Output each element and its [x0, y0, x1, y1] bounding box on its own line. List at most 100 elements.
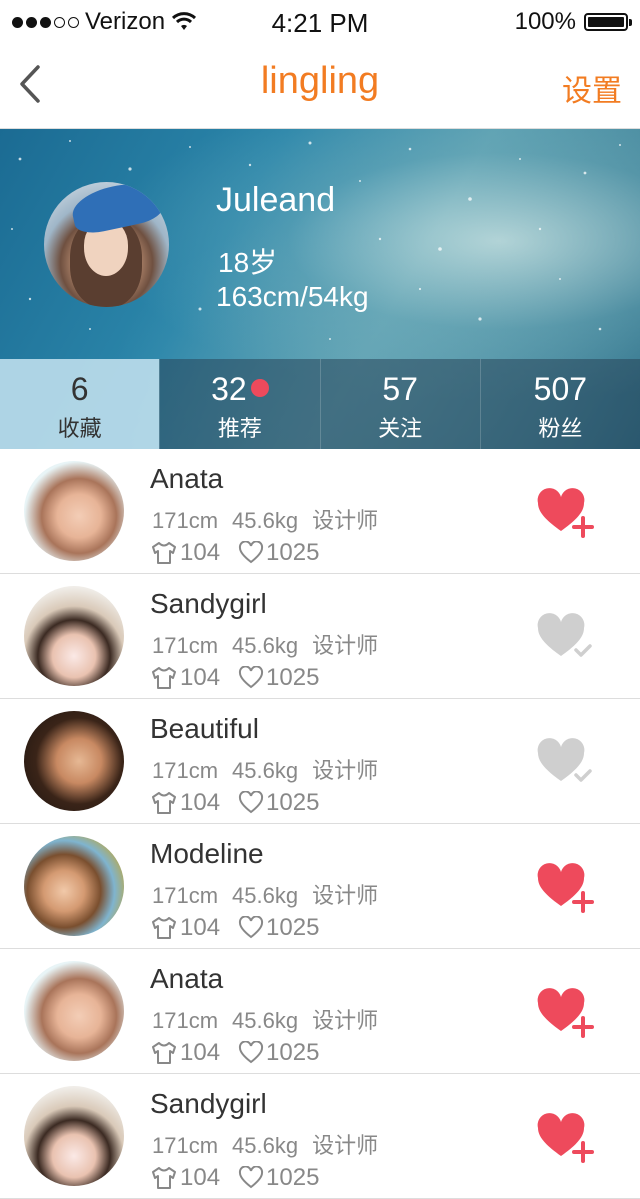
clothes-count: 104 — [180, 664, 221, 691]
shirt-icon — [152, 542, 176, 564]
likes-count: 1025 — [266, 789, 320, 816]
shirt-icon — [152, 792, 176, 814]
user-info: 171cm 45.6kg 设计师 — [152, 878, 392, 910]
user-job: 设计师 — [312, 1133, 379, 1158]
profile-avatar[interactable] — [44, 182, 169, 307]
list-item[interactable]: Sandygirl 171cm 45.6kg 设计师 104 1025 — [0, 574, 640, 699]
clothes-count: 104 — [180, 914, 221, 941]
stat-favorites-tab[interactable]: 6 收藏 — [0, 359, 160, 449]
user-name: Sandygirl — [150, 588, 267, 619]
user-counts: 104 1025 — [150, 539, 319, 567]
user-weight: 45.6kg — [232, 1133, 299, 1158]
stat-num-wrap: 32 — [160, 371, 319, 408]
list-item[interactable]: Anata 171cm 45.6kg 设计师 104 1025 — [0, 949, 640, 1074]
user-info: 171cm 45.6kg 设计师 — [152, 753, 392, 785]
stat-num: 507 — [533, 371, 588, 407]
user-weight: 45.6kg — [232, 508, 299, 533]
heart-check-icon[interactable] — [536, 735, 594, 789]
clothes-count: 104 — [180, 1164, 221, 1191]
settings-button[interactable]: 设置 — [562, 66, 622, 110]
heart-add-icon[interactable] — [536, 1110, 594, 1164]
user-height: 171cm — [152, 1008, 219, 1033]
stat-label: 粉丝 — [538, 416, 583, 441]
profile-header: Juleand 18岁 163cm/54kg 6 收藏 32 推荐 57 关注 … — [0, 129, 640, 449]
page-title: lingling — [260, 60, 380, 102]
user-info: 171cm 45.6kg 设计师 — [152, 503, 392, 535]
likes-count: 1025 — [266, 1039, 320, 1066]
battery-icon — [584, 13, 632, 31]
stat-label: 推荐 — [217, 416, 262, 441]
shirt-icon — [152, 1042, 176, 1064]
stat-following-tab[interactable]: 57 关注 — [319, 359, 480, 449]
user-counts: 104 1025 — [150, 1039, 319, 1067]
user-counts: 104 1025 — [150, 1164, 319, 1192]
stat-fans-tab[interactable]: 507 粉丝 — [479, 359, 640, 449]
user-name: Modeline — [150, 838, 264, 869]
list-item[interactable]: Modeline 171cm 45.6kg 设计师 104 1025 — [0, 824, 640, 949]
list-item[interactable]: Anata 171cm 45.6kg 设计师 104 1025 — [0, 449, 640, 574]
user-weight: 45.6kg — [232, 1008, 299, 1033]
heart-outline-icon — [239, 541, 264, 564]
likes-count: 1025 — [266, 914, 320, 941]
avatar[interactable] — [24, 461, 124, 561]
nav-bar: lingling 设置 — [0, 40, 640, 129]
user-info: 171cm 45.6kg 设计师 — [152, 1003, 392, 1035]
user-name: Anata — [150, 963, 224, 994]
likes-count: 1025 — [266, 664, 320, 691]
status-bar: Verizon 4:21 PM 100% — [0, 0, 640, 40]
heart-check-icon[interactable] — [536, 610, 594, 664]
user-job: 设计师 — [312, 508, 379, 533]
heart-outline-icon — [239, 1041, 264, 1064]
user-name: Sandygirl — [150, 1088, 267, 1119]
avatar[interactable] — [24, 711, 124, 811]
clothes-count: 104 — [180, 539, 221, 566]
user-height: 171cm — [152, 883, 219, 908]
heart-add-icon[interactable] — [536, 860, 594, 914]
heart-add-icon[interactable] — [536, 985, 594, 1039]
shirt-icon — [152, 1167, 176, 1189]
user-job: 设计师 — [312, 883, 379, 908]
user-weight: 45.6kg — [232, 883, 299, 908]
user-job: 设计师 — [312, 1008, 379, 1033]
user-counts: 104 1025 — [150, 914, 319, 942]
heart-add-icon[interactable] — [536, 485, 594, 539]
heart-outline-icon — [239, 1166, 264, 1189]
user-height: 171cm — [152, 1133, 219, 1158]
shirt-icon — [152, 667, 176, 689]
stat-label: 关注 — [378, 416, 423, 441]
profile-age: 18岁 — [218, 247, 278, 278]
likes-count: 1025 — [266, 539, 320, 566]
user-weight: 45.6kg — [232, 633, 299, 658]
avatar[interactable] — [24, 1086, 124, 1186]
user-height: 171cm — [152, 758, 219, 783]
battery-group: 100% — [514, 8, 632, 36]
stat-num: 32 — [211, 371, 247, 407]
stat-recommend-tab[interactable]: 32 推荐 — [159, 359, 320, 449]
likes-count: 1025 — [266, 1164, 320, 1191]
stat-num: 57 — [382, 371, 418, 407]
user-info: 171cm 45.6kg 设计师 — [152, 1128, 392, 1160]
user-counts: 104 1025 — [150, 789, 319, 817]
list-item[interactable]: Beautiful 171cm 45.6kg 设计师 104 1025 — [0, 699, 640, 824]
stat-label: 收藏 — [57, 416, 102, 441]
stats-bar: 6 收藏 32 推荐 57 关注 507 粉丝 — [0, 359, 640, 449]
user-list: Anata 171cm 45.6kg 设计师 104 1025 Sandygirl 171cm… — [0, 449, 640, 1199]
user-name: Beautiful — [150, 713, 259, 744]
shirt-icon — [152, 917, 176, 939]
list-item[interactable]: Sandygirl 171cm 45.6kg 设计师 104 1025 — [0, 1074, 640, 1199]
battery-percent: 100% — [514, 8, 576, 35]
stat-num: 6 — [70, 371, 89, 407]
clothes-count: 104 — [180, 1039, 221, 1066]
avatar[interactable] — [24, 961, 124, 1061]
profile-body: 163cm/54kg — [216, 281, 369, 312]
user-height: 171cm — [152, 633, 219, 658]
user-info: 171cm 45.6kg 设计师 — [152, 628, 392, 660]
avatar[interactable] — [24, 836, 124, 936]
user-weight: 45.6kg — [232, 758, 299, 783]
avatar[interactable] — [24, 586, 124, 686]
notification-dot — [250, 378, 269, 397]
heart-outline-icon — [239, 666, 264, 689]
heart-outline-icon — [239, 916, 264, 939]
heart-outline-icon — [239, 791, 264, 814]
user-height: 171cm — [152, 508, 219, 533]
